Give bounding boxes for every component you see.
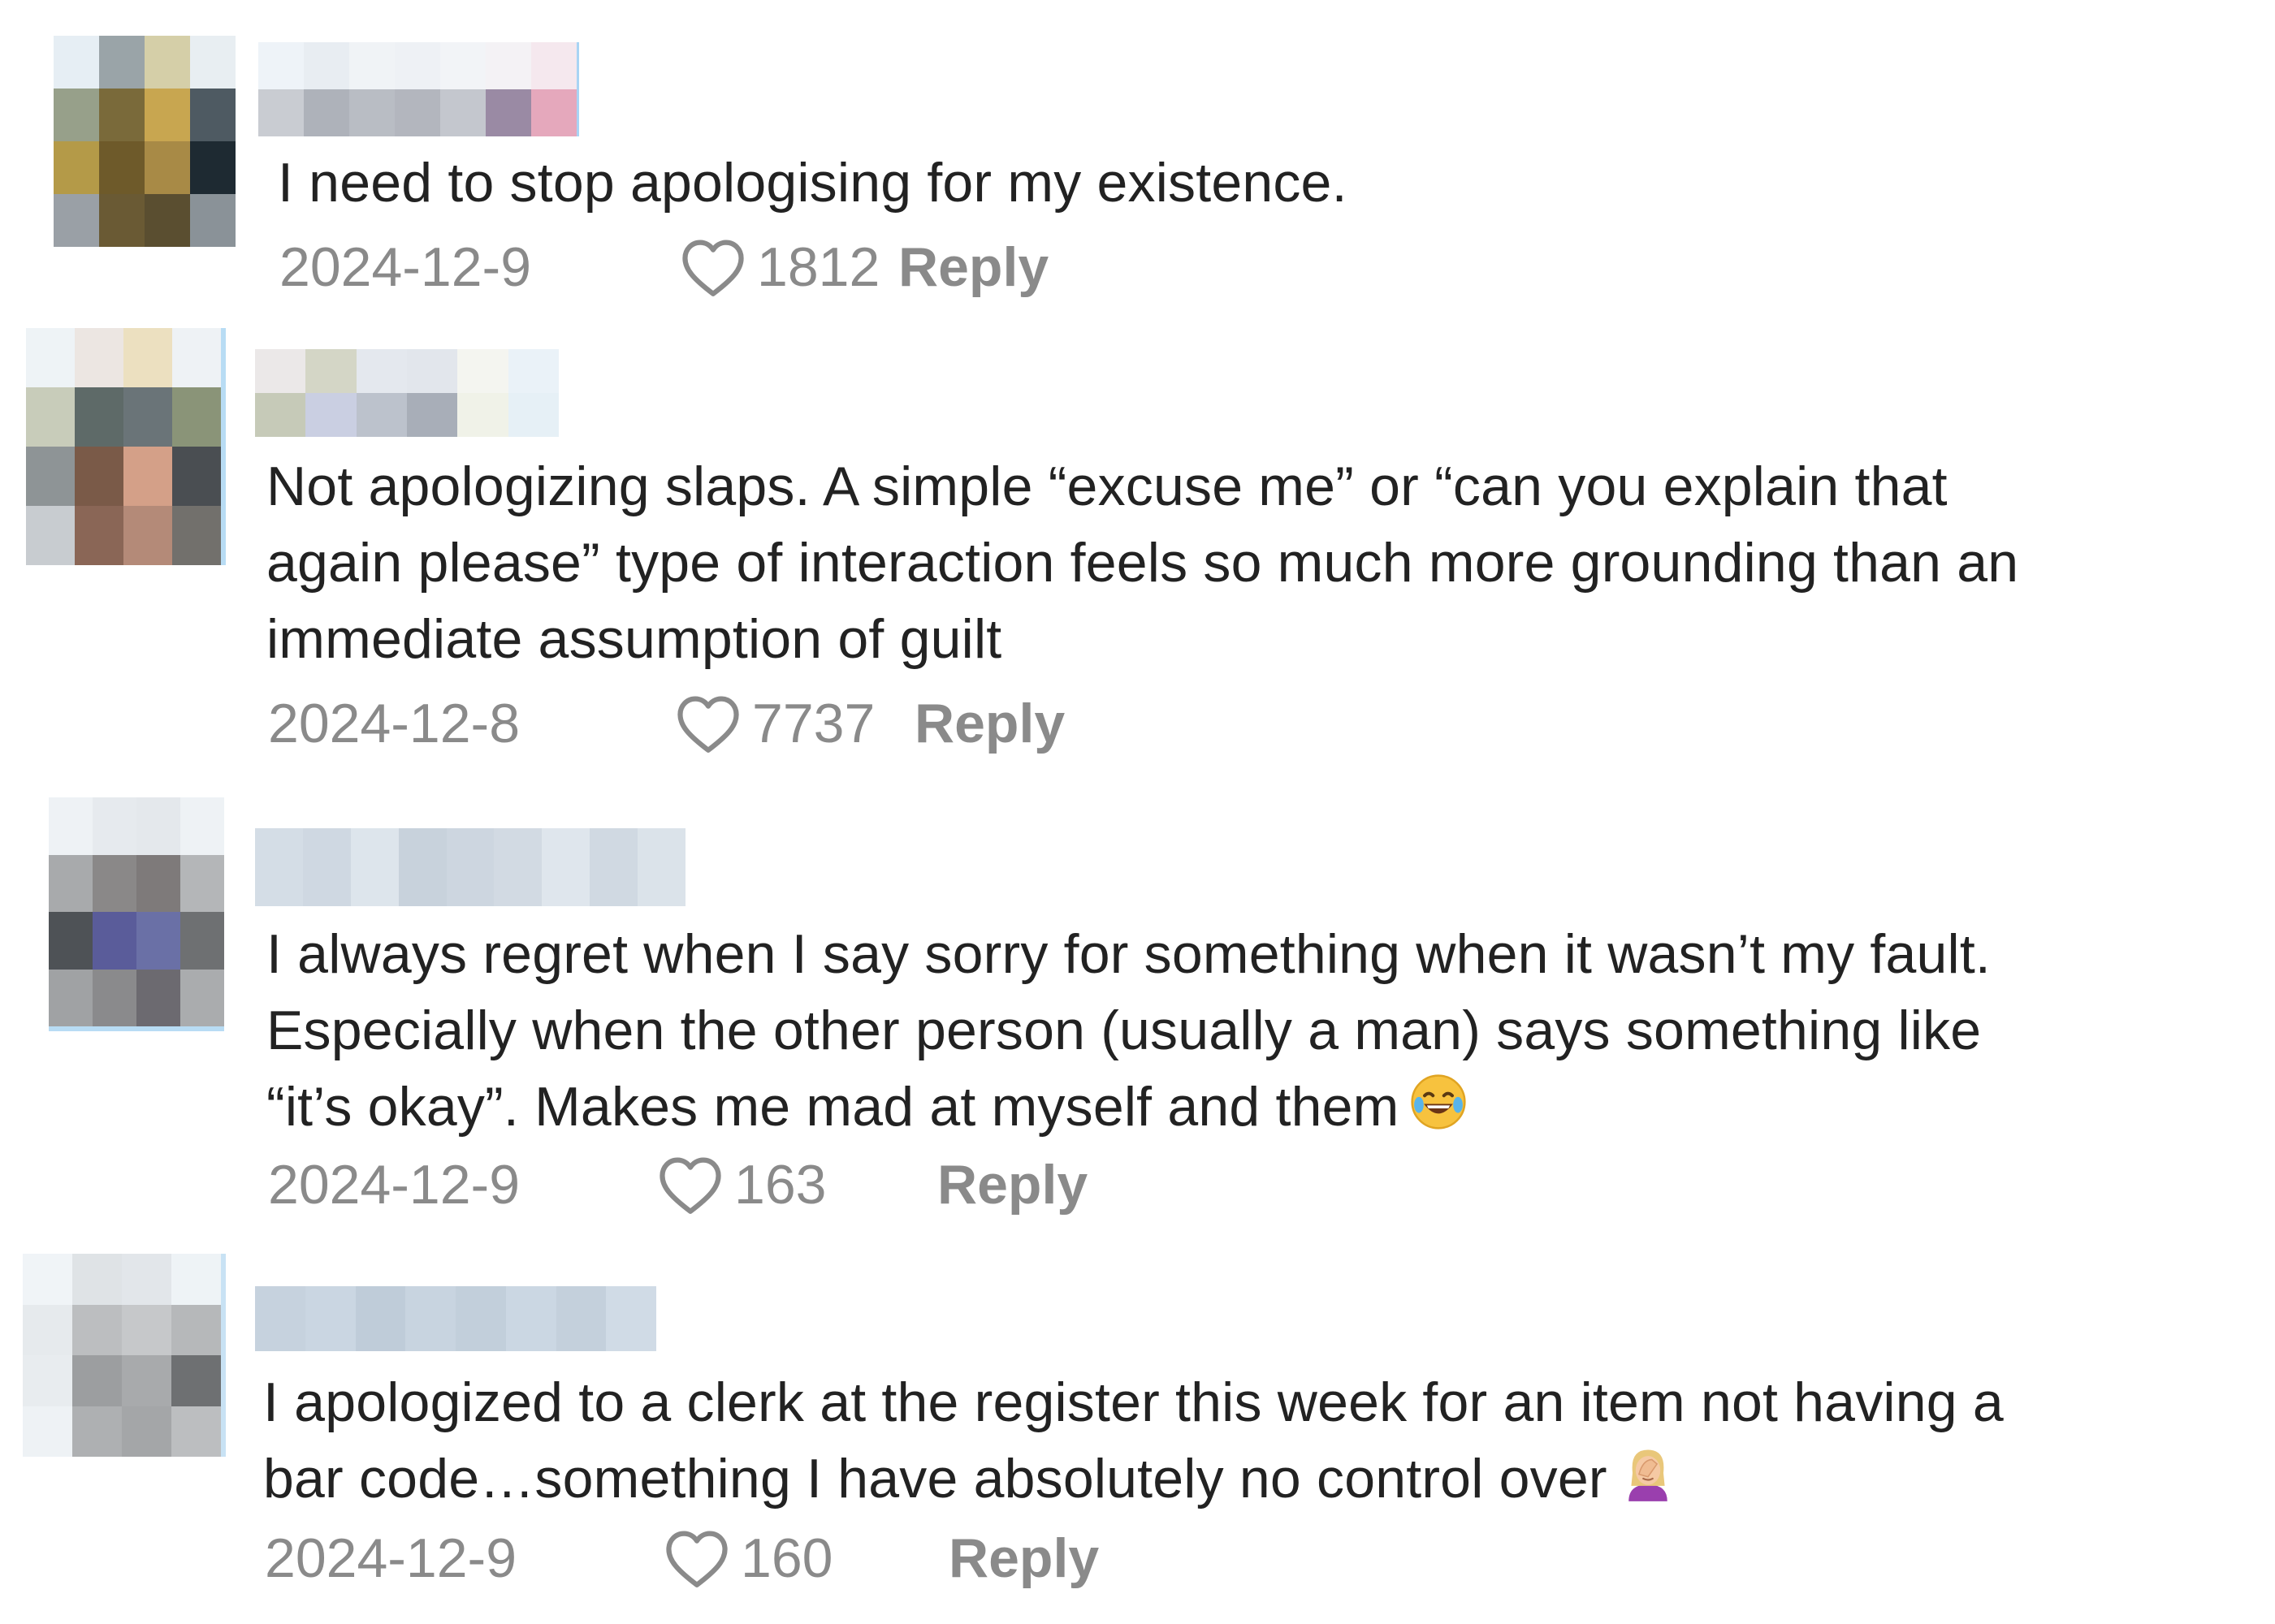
reply-button[interactable]: Reply bbox=[949, 1527, 1099, 1590]
like-button[interactable]: 163 bbox=[656, 1153, 937, 1216]
tears-of-joy-emoji bbox=[1411, 1074, 1467, 1129]
comment-text: I need to stop apologising for my existe… bbox=[278, 152, 1347, 214]
heart-outline-icon bbox=[677, 696, 739, 753]
reply-button[interactable]: Reply bbox=[915, 692, 1065, 755]
avatar[interactable] bbox=[49, 797, 224, 1031]
reply-button[interactable]: Reply bbox=[898, 235, 1049, 299]
comment-meta: 2024-12-8 7737 Reply bbox=[268, 687, 1065, 760]
username-redacted[interactable] bbox=[255, 1286, 656, 1351]
comment-text: I apologized to a clerk at the register … bbox=[263, 1364, 2004, 1517]
comment-meta: 2024-12-9 1812 Reply bbox=[279, 231, 1049, 304]
avatar[interactable] bbox=[26, 328, 226, 565]
comment-date: 2024-12-9 bbox=[265, 1527, 517, 1589]
like-count: 1812 bbox=[757, 236, 880, 298]
reply-button[interactable]: Reply bbox=[937, 1153, 1088, 1216]
username-redacted[interactable] bbox=[255, 828, 686, 906]
comment-text: I always regret when I say sorry for som… bbox=[266, 916, 1991, 1145]
comment-date: 2024-12-9 bbox=[268, 1154, 521, 1216]
like-button[interactable]: 7737 bbox=[674, 692, 915, 755]
comment-text-body: I apologized to a clerk at the register … bbox=[263, 1371, 2004, 1510]
like-count: 160 bbox=[741, 1527, 833, 1589]
comment-meta: 2024-12-9 160 Reply bbox=[265, 1522, 1099, 1595]
comment-text-body: I always regret when I say sorry for som… bbox=[266, 923, 1992, 1138]
avatar[interactable] bbox=[23, 1254, 226, 1457]
like-button[interactable]: 160 bbox=[663, 1527, 949, 1590]
comment-meta: 2024-12-9 163 Reply bbox=[268, 1148, 1088, 1221]
avatar[interactable] bbox=[54, 36, 236, 247]
username-redacted[interactable] bbox=[255, 349, 559, 437]
comment-date: 2024-12-9 bbox=[279, 236, 532, 298]
comment-date: 2024-12-8 bbox=[268, 693, 521, 754]
heart-outline-icon bbox=[666, 1531, 728, 1587]
like-count: 163 bbox=[734, 1154, 827, 1216]
heart-outline-icon bbox=[660, 1157, 721, 1214]
like-count: 7737 bbox=[752, 693, 876, 754]
heart-outline-icon bbox=[682, 240, 744, 296]
username-redacted[interactable] bbox=[258, 42, 579, 136]
comment-text: Not apologizing slaps. A simple “excuse … bbox=[266, 456, 2019, 670]
woman-facepalming-emoji bbox=[1628, 1449, 1667, 1501]
like-button[interactable]: 1812 bbox=[679, 235, 898, 299]
